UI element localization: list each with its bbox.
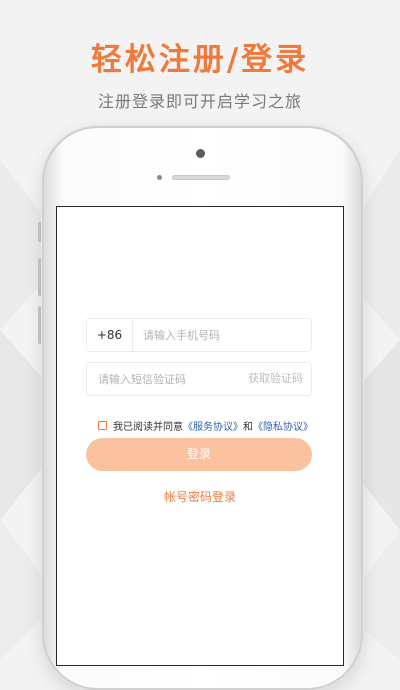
login-button[interactable]: 登录 (86, 438, 312, 471)
sms-code-input[interactable] (98, 363, 238, 395)
page-subtitle: 注册登录即可开启学习之旅 (97, 92, 302, 111)
privacy-agreement-link[interactable]: 《隐私协议》 (253, 418, 313, 433)
get-code-button[interactable]: 获取验证码 (248, 363, 303, 395)
agreement-text: 我已阅读并同意 (113, 421, 183, 433)
page-title: 轻松注册/登录 (90, 42, 310, 78)
agreement-checkbox[interactable] (98, 420, 107, 430)
country-code-selector[interactable]: +86 (87, 319, 132, 351)
phone-screen (56, 206, 344, 666)
phone-sensor (157, 175, 162, 180)
service-agreement-link[interactable]: 《服务协议》 (183, 418, 243, 433)
agreement-row: 我已阅读并同意 《服务协议》 和 《隐私协议》 (98, 418, 313, 433)
password-login-link[interactable]: 帐号密码登录 (0, 488, 400, 505)
phone-number-field: +86 (86, 318, 312, 352)
field-divider (132, 319, 133, 351)
agreement-and-text: 和 (243, 421, 253, 433)
phone-number-input[interactable] (143, 319, 303, 351)
phone-camera (196, 149, 205, 158)
sms-code-field: 获取验证码 (86, 362, 312, 396)
phone-speaker (172, 175, 230, 180)
